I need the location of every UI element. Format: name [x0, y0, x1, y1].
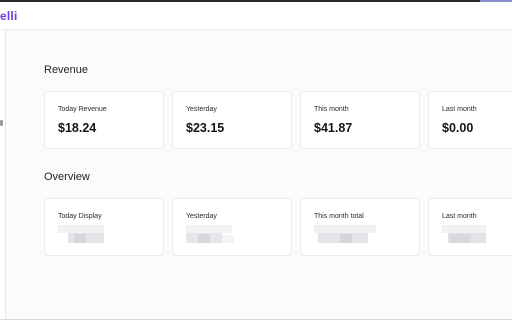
overview-card-label: Last month	[442, 213, 477, 220]
overview-section-title: Overview	[44, 171, 90, 183]
overview-card-this-month-total: This month total	[300, 198, 420, 256]
revenue-card-this-month: This month $41.87	[300, 91, 420, 149]
revenue-card-value: $23.15	[186, 121, 225, 135]
app-header: elli	[0, 2, 512, 30]
revenue-card-label: This month	[314, 106, 349, 113]
revenue-card-value: $18.24	[58, 121, 97, 135]
sidebar-item-fragment[interactable]	[0, 120, 3, 126]
revenue-card-label: Last month	[442, 106, 477, 113]
revenue-card-value: $0.00	[442, 121, 474, 135]
redacted-value	[186, 225, 234, 245]
brand-logo[interactable]: elli	[0, 9, 17, 23]
revenue-card-last-month: Last month $0.00	[428, 91, 512, 149]
revenue-card-today: Today Revenue $18.24	[44, 91, 164, 149]
overview-card-label: Yesterday	[186, 213, 217, 220]
overview-card-label: This month total	[314, 213, 364, 220]
revenue-section-title: Revenue	[44, 64, 89, 76]
sidebar	[0, 30, 6, 320]
redacted-value	[58, 225, 106, 245]
overview-card-last-month: Last month	[428, 198, 512, 256]
overview-card-today-display: Today Display	[44, 198, 164, 256]
revenue-card-label: Yesterday	[186, 106, 217, 113]
redacted-value	[442, 225, 490, 245]
revenue-card-yesterday: Yesterday $23.15	[172, 91, 292, 149]
overview-card-yesterday: Yesterday	[172, 198, 292, 256]
overview-card-label: Today Display	[58, 213, 102, 220]
revenue-card-value: $41.87	[314, 121, 353, 135]
revenue-card-label: Today Revenue	[58, 106, 107, 113]
redacted-value	[314, 225, 378, 245]
